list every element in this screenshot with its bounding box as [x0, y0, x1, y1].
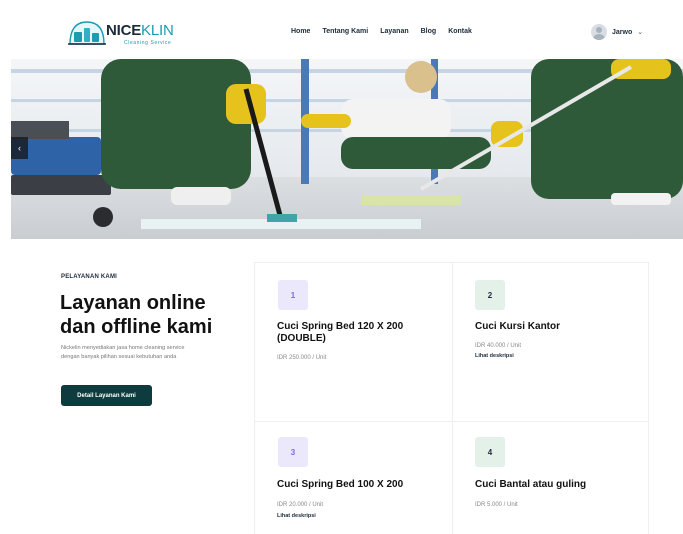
service-card-4[interactable]: 4 Cuci Bantal atau guling IDR 5.000 / Un… — [453, 422, 650, 534]
service-number-badge: 3 — [278, 437, 308, 467]
services-grid: 1 Cuci Spring Bed 120 X 200 (DOUBLE) IDR … — [254, 262, 649, 534]
service-card-2[interactable]: 2 Cuci Kursi Kantor IDR 40.000 / Unit Li… — [453, 263, 650, 421]
lihat-deskripsi-link[interactable]: Lihat deskripsi — [277, 513, 316, 519]
headline-line-2: dan offline kami — [60, 316, 213, 338]
service-price: IDR 250.000 / Unit — [277, 355, 327, 361]
brand-name: NICEKLIN — [106, 22, 174, 39]
chevron-down-icon: ⌄ — [637, 29, 644, 36]
top-navbar: NICEKLIN Cleaning Service Home Tentang K… — [11, 8, 683, 59]
lihat-deskripsi-link[interactable]: Lihat deskripsi — [475, 353, 514, 359]
service-card-3[interactable]: 3 Cuci Spring Bed 100 X 200 IDR 20.000 /… — [255, 422, 452, 534]
nav-layanan[interactable]: Layanan — [380, 28, 408, 35]
avatar — [591, 24, 607, 40]
nav-tentang-kami[interactable]: Tentang Kami — [322, 28, 368, 35]
nav-home[interactable]: Home — [291, 28, 310, 35]
description-line-2: dengan banyak pilihan sesuai kebutuhan a… — [61, 354, 177, 360]
service-title: Cuci Spring Bed 100 X 200 — [277, 479, 404, 490]
service-price: IDR 40.000 / Unit — [475, 343, 522, 349]
brand-tagline: Cleaning Service — [124, 40, 172, 46]
description-line-1: Nickelin menyediakan jasa home cleaning … — [61, 345, 185, 351]
service-price: IDR 5.000 / Unit — [475, 502, 518, 508]
slider-prev-button[interactable]: ‹ — [11, 137, 28, 159]
service-title: Cuci Kursi Kantor — [475, 321, 561, 332]
service-title: Cuci Bantal atau guling — [475, 479, 587, 490]
section-eyebrow: PELAYANAN KAMI — [61, 274, 118, 280]
service-title: Cuci Spring Bed 120 X 200 (DOUBLE) — [277, 321, 404, 344]
service-card-1[interactable]: 1 Cuci Spring Bed 120 X 200 (DOUBLE) IDR … — [255, 263, 452, 421]
service-price: IDR 20.000 / Unit — [277, 502, 324, 508]
logo-badge-icon — [68, 21, 106, 45]
service-number-badge: 2 — [475, 280, 505, 310]
service-number-badge: 1 — [278, 280, 308, 310]
user-menu[interactable]: Jarwo ⌄ — [591, 24, 643, 40]
main-nav: Home Tentang Kami Layanan Blog Kontak — [291, 28, 472, 35]
headline-line-1: Layanan online — [60, 292, 206, 314]
hero-image — [11, 59, 683, 239]
detail-layanan-button[interactable]: Detail Layanan Kami — [61, 385, 152, 406]
chevron-left-icon: ‹ — [18, 143, 21, 153]
hero-banner: ‹ — [11, 59, 683, 239]
nav-blog[interactable]: Blog — [421, 28, 437, 35]
brand-logo[interactable]: NICEKLIN Cleaning Service — [66, 16, 186, 52]
service-number-badge: 4 — [475, 437, 505, 467]
nav-kontak[interactable]: Kontak — [448, 28, 472, 35]
section-description: Nickelin menyediakan jasa home cleaning … — [61, 344, 241, 362]
section-headline: Layanan online dan offline kami — [60, 291, 260, 339]
user-name: Jarwo — [612, 28, 633, 36]
